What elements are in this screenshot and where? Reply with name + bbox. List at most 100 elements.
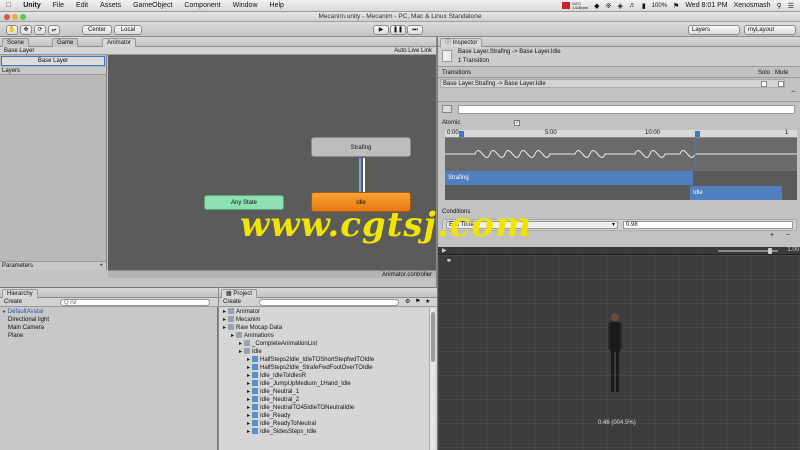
hand-tool-button[interactable]: ✋ — [6, 25, 18, 35]
transition-arrow-up[interactable] — [363, 158, 365, 192]
favorite-star-icon[interactable]: ★ — [425, 298, 430, 305]
condition-value-field[interactable]: 0.98 — [623, 221, 793, 229]
folder-expand-icon[interactable]: ▸ — [239, 349, 242, 355]
idle-bar[interactable]: Idle — [690, 186, 782, 200]
project-scrollbar-thumb[interactable] — [431, 312, 435, 362]
pivot-center-button[interactable]: Center — [82, 25, 112, 35]
expand-arrow-icon[interactable]: ▸ — [247, 357, 250, 363]
layers-dropdown[interactable]: Layers — [688, 25, 740, 35]
close-window-icon[interactable] — [4, 14, 10, 20]
hierarchy-item-defaultavatar[interactable]: ▸ DefaultAvatar — [0, 308, 218, 316]
project-item[interactable]: ▸ Raw Mocap Data — [219, 324, 429, 332]
project-item[interactable]: ▸ HalfSteps2Idle_IdleTOShortStepfwdTOIdle — [219, 356, 429, 364]
tab-hierarchy[interactable]: Hierarchy — [2, 289, 38, 298]
pause-button[interactable]: ❚❚ — [390, 25, 406, 35]
parameters-header[interactable]: Parameters + — [0, 261, 106, 270]
minimize-window-icon[interactable] — [12, 14, 18, 20]
timeline-end-marker[interactable] — [695, 131, 700, 137]
curve-area[interactable] — [445, 138, 797, 171]
project-item[interactable]: ▸ Idle_IdleToIdlesR — [219, 372, 429, 380]
project-item[interactable]: ▸ Idle_Neutral_1 — [219, 388, 429, 396]
expand-arrow-icon[interactable]: ▸ — [247, 389, 250, 395]
menu-gameobject[interactable]: GameObject — [127, 2, 178, 9]
project-create-button[interactable]: Create — [223, 299, 241, 305]
tab-animator[interactable]: Animator — [102, 38, 137, 47]
auto-live-link-toggle[interactable]: Auto Live Link — [394, 48, 432, 54]
apple-icon[interactable]:  — [0, 2, 17, 9]
timeline-start-marker[interactable] — [459, 131, 464, 137]
remove-condition-button[interactable]: − — [782, 232, 794, 240]
bluetooth-icon[interactable]: ※ — [606, 2, 612, 10]
expand-arrow-icon[interactable]: ▸ — [247, 413, 250, 419]
wifi-icon[interactable]: ◈ — [617, 2, 622, 10]
atomic-checkbox[interactable]: ✓ — [514, 120, 520, 126]
spotlight-icon[interactable]: ⚲ — [777, 2, 782, 10]
menu-file[interactable]: File — [47, 2, 70, 9]
project-item[interactable]: ▸ Idle_SidesSteps_Idle — [219, 428, 429, 436]
project-item[interactable]: ▸ Idle_JumpUpMedium_1Hand_Idle — [219, 380, 429, 388]
menu-window[interactable]: Window — [227, 2, 264, 9]
hierarchy-create-button[interactable]: Create — [4, 299, 22, 305]
preview-viewport[interactable]: 0:46 (004.5%) — [438, 255, 800, 450]
folder-expand-icon[interactable]: ▸ — [223, 325, 226, 331]
clock[interactable]: Wed 8:01 PM — [685, 2, 727, 9]
dropbox-icon[interactable]: ◆ — [594, 2, 599, 10]
add-condition-button[interactable]: + — [766, 232, 778, 240]
menu-assets[interactable]: Assets — [94, 2, 127, 9]
zoom-window-icon[interactable] — [20, 14, 26, 20]
expand-arrow-icon[interactable]: ▸ — [247, 397, 250, 403]
project-item[interactable]: ▸ Idle_Ready — [219, 412, 429, 420]
list-icon[interactable]: ☰ — [788, 2, 794, 10]
battery-icon[interactable]: ▮ — [642, 2, 646, 10]
folder-expand-icon[interactable]: ▸ — [231, 333, 234, 339]
hierarchy-item-plane[interactable]: Plane — [0, 332, 218, 340]
project-item[interactable]: ▸ _CompleteAnimationList — [219, 340, 429, 348]
move-tool-button[interactable]: ✥ — [20, 25, 32, 35]
solo-checkbox[interactable] — [761, 81, 767, 87]
play-button[interactable]: ▶ — [373, 25, 389, 35]
expand-arrow-icon[interactable]: ▸ — [247, 381, 250, 387]
project-item[interactable]: ▸ Mecanim — [219, 316, 429, 324]
menu-edit[interactable]: Edit — [70, 2, 94, 9]
expand-arrow-icon[interactable]: ▸ — [247, 373, 250, 379]
timeline-ruler[interactable]: 0:00 5:00 10:00 1 — [445, 130, 797, 138]
expand-arrow-icon[interactable]: ▸ — [247, 365, 250, 371]
expand-arrow-icon[interactable]: ▸ — [3, 309, 6, 315]
step-button[interactable]: ⏭ — [407, 25, 423, 35]
layer-item-base[interactable]: Base Layer — [1, 56, 105, 66]
transition-row[interactable]: Base Layer.Strafing -> Base Layer.Idle — [440, 79, 785, 88]
menu-help[interactable]: Help — [264, 2, 290, 9]
layout-dropdown[interactable]: myLayout — [744, 25, 796, 35]
project-item[interactable]: ▸ Idle_Neutral_2 — [219, 396, 429, 404]
project-item[interactable]: ▸ Idle_NeutralTO45IdleTONeutralIdle — [219, 404, 429, 412]
volume-icon[interactable]: ♬ — [629, 2, 636, 9]
project-item[interactable]: ▸ Animator — [219, 308, 429, 316]
transition-name-field[interactable] — [458, 105, 795, 114]
project-scrollbar[interactable] — [429, 308, 435, 450]
temp-widget[interactable]: 64°C 1416rpm — [562, 1, 588, 10]
transition-arrow-down[interactable] — [359, 158, 361, 192]
folder-expand-icon[interactable]: ▸ — [239, 341, 242, 347]
state-strafing[interactable]: Strafing — [311, 137, 411, 157]
project-item[interactable]: ▸ Idle — [219, 348, 429, 356]
menu-unity[interactable]: Unity — [17, 2, 47, 9]
preview-speed-thumb[interactable] — [768, 248, 772, 254]
tab-project[interactable]: ▦ Project — [221, 289, 258, 298]
rotate-tool-button[interactable]: ⟳ — [34, 25, 46, 35]
hierarchy-item-main-camera[interactable]: Main Camera — [0, 324, 218, 332]
expand-arrow-icon[interactable]: ▸ — [247, 429, 250, 435]
menu-component[interactable]: Component — [178, 2, 226, 9]
tab-inspector[interactable]: ⓘ Inspector — [440, 38, 483, 47]
folder-expand-icon[interactable]: ▸ — [223, 309, 226, 315]
pivot-local-button[interactable]: Local — [114, 25, 142, 35]
tab-game[interactable]: Game — [52, 38, 79, 47]
folder-expand-icon[interactable]: ▸ — [223, 317, 226, 323]
breadcrumb[interactable]: Base Layer — [4, 48, 34, 54]
hierarchy-item-directional-light[interactable]: Directional light — [0, 316, 218, 324]
mute-checkbox[interactable] — [778, 81, 784, 87]
project-item[interactable]: ▸ Idle_ReadyToNeutral — [219, 420, 429, 428]
user-name[interactable]: Xenosmash — [734, 2, 771, 9]
project-item[interactable]: ▸ HalfSteps2Idle_StrafeFwdFootOverTOIdle — [219, 364, 429, 372]
flag-icon[interactable]: ⚑ — [673, 2, 679, 10]
project-item[interactable]: ▸ Animations — [219, 332, 429, 340]
